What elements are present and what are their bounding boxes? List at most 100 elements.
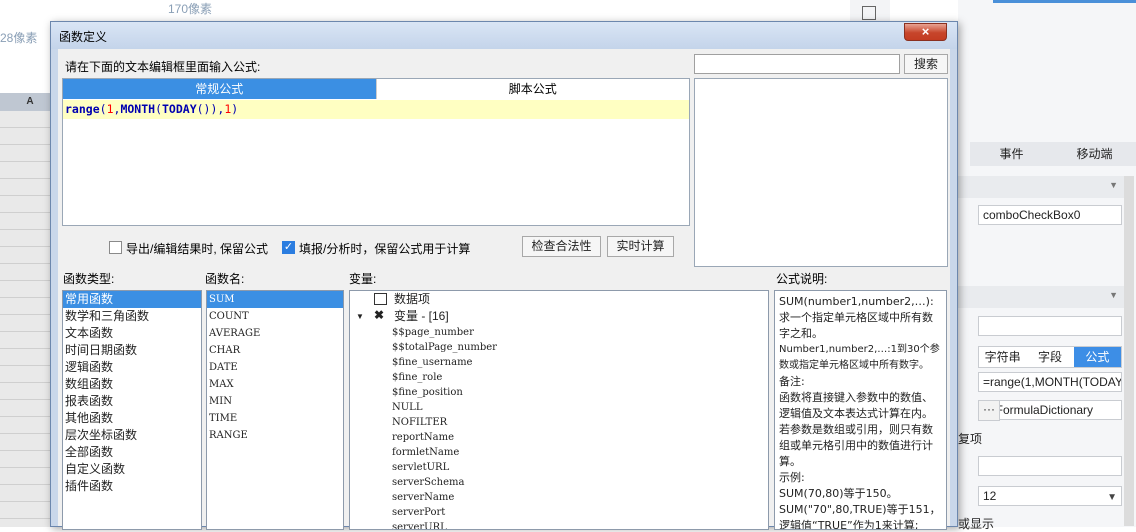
function-name-label: 函数名:: [205, 272, 245, 286]
function-type-item[interactable]: 插件函数: [63, 478, 201, 495]
repeat-label: 复项: [958, 432, 983, 446]
function-type-item[interactable]: 常用函数: [63, 291, 201, 308]
tab-script-formula[interactable]: 脚本公式: [375, 79, 689, 99]
export-keep-formula-checkbox[interactable]: [109, 241, 122, 254]
close-button[interactable]: ×: [904, 23, 947, 41]
dictionary-more-button[interactable]: ···: [978, 400, 1000, 421]
description-line: SUM("70",80,TRUE)等于151，逻辑值“TRUE”作为1来计算;: [779, 503, 941, 530]
variable-item[interactable]: NULL: [352, 400, 768, 415]
function-type-item[interactable]: 时间日期函数: [63, 342, 201, 359]
value-type-string[interactable]: 字符串: [979, 347, 1026, 367]
tab-regular-formula[interactable]: 常规公式: [63, 79, 376, 99]
function-type-item[interactable]: 文本函数: [63, 325, 201, 342]
panel-scrollbar[interactable]: [1124, 176, 1134, 526]
frame-icon[interactable]: [862, 6, 876, 20]
formula-token: TODAY: [162, 102, 197, 116]
count-select[interactable]: 12 ▼: [978, 486, 1122, 506]
function-type-item[interactable]: 逻辑函数: [63, 359, 201, 376]
dictionary-field: pl.FormulaDictionary ···: [978, 400, 1122, 421]
fill-keep-formula-label: 填报/分析时，保留公式用于计算: [299, 242, 471, 256]
variable-item[interactable]: $fine_position: [352, 385, 768, 400]
function-name-item[interactable]: AVERAGE: [207, 325, 343, 342]
chevron-down-icon: ▼: [1109, 180, 1118, 190]
variables-tree: 数据项 ▼ ✖ 变量 - [16] $$page_number $$totalPa…: [349, 290, 769, 530]
blank-input[interactable]: [978, 316, 1122, 336]
search-input[interactable]: [694, 54, 900, 74]
function-name-list: SUM COUNT AVERAGE CHAR DATE MAX MIN TIME RANGE: [206, 290, 344, 530]
function-name-item[interactable]: DATE: [207, 359, 343, 376]
function-type-item[interactable]: 报表函数: [63, 393, 201, 410]
property-panel: [958, 0, 1136, 527]
variables-children: $$page_number $$totalPage_number $fine_use…: [352, 325, 768, 529]
variable-item[interactable]: serverURL: [352, 520, 768, 529]
function-name-item[interactable]: CHAR: [207, 342, 343, 359]
function-name-item[interactable]: COUNT: [207, 308, 343, 325]
data-item-label: 数据项: [394, 292, 431, 306]
formula-token: ): [231, 102, 239, 116]
function-name-item[interactable]: TIME: [207, 410, 343, 427]
widget-name-input[interactable]: comboCheckBox0: [978, 205, 1122, 225]
close-icon: ×: [921, 24, 930, 39]
tab-events[interactable]: 事件: [970, 142, 1053, 166]
formula-editor: 常规公式 脚本公式 range(1,MONTH(TODAY()),1): [62, 78, 690, 226]
dialog-title: 函数定义: [59, 30, 108, 44]
description-line: SUM(number1,number2,…):求一个指定单元格区域中所有数字之和…: [779, 295, 934, 340]
function-definition-dialog: 函数定义 × 请在下面的文本编辑框里面输入公式: 常规公式 脚本公式 range…: [50, 21, 958, 530]
variable-item[interactable]: $$totalPage_number: [352, 340, 768, 355]
variable-item[interactable]: servletURL: [352, 460, 768, 475]
function-name-item[interactable]: MAX: [207, 376, 343, 393]
export-keep-formula-label: 导出/编辑结果时, 保留公式: [126, 242, 269, 256]
function-type-item[interactable]: 其他函数: [63, 410, 201, 427]
value-type-formula[interactable]: 公式: [1073, 347, 1121, 367]
function-name-item[interactable]: RANGE: [207, 427, 343, 444]
formula-value-input[interactable]: =range(1,MONTH(TODAY: [978, 372, 1122, 392]
section-header-basic[interactable]: ▼: [958, 176, 1128, 198]
variable-item[interactable]: NOFILTER: [352, 415, 768, 430]
section-header-data[interactable]: ▼: [958, 286, 1128, 308]
variable-item[interactable]: serverSchema: [352, 475, 768, 490]
dialog-titlebar[interactable]: 函数定义 ×: [51, 22, 957, 49]
tree-item-data[interactable]: 数据项: [352, 291, 768, 308]
repeat-input[interactable]: [978, 456, 1122, 476]
variable-item[interactable]: $fine_username: [352, 355, 768, 370]
variable-item[interactable]: serverPort: [352, 505, 768, 520]
function-name-item[interactable]: MIN: [207, 393, 343, 410]
formula-tabs: 常规公式 脚本公式: [63, 79, 689, 99]
function-type-item[interactable]: 数组函数: [63, 376, 201, 393]
function-type-item[interactable]: 数学和三角函数: [63, 308, 201, 325]
tree-item-variables[interactable]: ▼ ✖ 变量 - [16]: [352, 308, 768, 325]
formula-token: (: [155, 102, 162, 116]
ruler-label-left: 28像素: [0, 31, 38, 45]
function-type-item[interactable]: 自定义函数: [63, 461, 201, 478]
description-line: Number1,number2,…:1到30个参数或指定单元格区域中所有数字。: [779, 344, 940, 371]
description-line: 示例:: [779, 471, 805, 484]
chevron-down-icon: ▼: [1109, 290, 1118, 300]
formula-text-area[interactable]: range(1,MONTH(TODAY()),1): [63, 100, 689, 119]
variable-item[interactable]: serverName: [352, 490, 768, 505]
variable-item[interactable]: $fine_role: [352, 370, 768, 385]
function-type-label: 函数类型:: [63, 272, 115, 286]
dialog-body: 请在下面的文本编辑框里面输入公式: 常规公式 脚本公式 range(1,MONT…: [58, 49, 950, 530]
variables-label: 变量:: [349, 272, 377, 286]
description-line: SUM(70,80)等于150。: [779, 487, 898, 500]
function-type-item[interactable]: 层次坐标函数: [63, 427, 201, 444]
tab-mobile[interactable]: 移动端: [1053, 142, 1136, 166]
formula-token: range: [65, 102, 100, 116]
search-result-box[interactable]: [694, 78, 948, 267]
variable-item[interactable]: $$page_number: [352, 325, 768, 340]
description-label: 公式说明:: [776, 272, 828, 286]
function-description: SUM(number1,number2,…):求一个指定单元格区域中所有数字之和…: [774, 290, 947, 530]
search-button[interactable]: 搜索: [904, 54, 948, 74]
ruler-label-top: 170像素: [168, 2, 213, 16]
variable-item[interactable]: reportName: [352, 430, 768, 445]
collapse-arrow-icon: ▼: [356, 312, 364, 321]
check-validity-button[interactable]: 检查合法性: [522, 236, 601, 257]
property-tabs: 事件 移动端: [970, 142, 1136, 166]
function-name-item[interactable]: SUM: [207, 291, 343, 308]
value-type-field[interactable]: 字段: [1026, 347, 1073, 367]
fill-keep-formula-checkbox[interactable]: ✓: [282, 241, 295, 254]
function-type-item[interactable]: 全部函数: [63, 444, 201, 461]
variable-item[interactable]: formletName: [352, 445, 768, 460]
realtime-calc-button[interactable]: 实时计算: [607, 236, 674, 257]
variables-icon: ✖: [374, 308, 385, 322]
